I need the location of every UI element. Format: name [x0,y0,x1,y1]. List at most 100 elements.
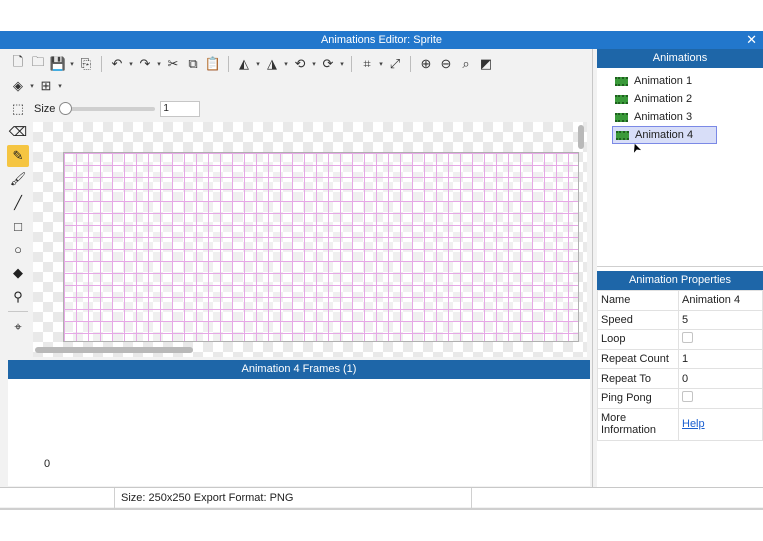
pencil-tool-icon[interactable]: ✎ [7,144,29,167]
property-row: Loop [597,329,763,350]
animation-item-label: Animation 3 [634,111,693,123]
property-value[interactable]: 0 [678,368,763,389]
animation-list-item[interactable]: Animation 3 [612,108,717,126]
eyedropper-tool-icon[interactable]: ⚲ [7,286,29,308]
save-icon[interactable]: 💾 [48,54,68,74]
flip-horizontal-dropdown-icon[interactable]: ▾ [254,60,262,68]
animation-list-item[interactable]: Animation 1 [612,72,717,90]
dashed-selection-icon[interactable]: ⬚ [8,99,28,119]
open-folder-icon[interactable]: 🗀 [28,54,48,74]
zoom-in-icon[interactable]: ⊕ [416,54,436,74]
property-key: Speed [597,309,679,331]
property-value[interactable] [678,387,763,409]
property-checkbox[interactable] [682,391,693,403]
brush-tool-icon[interactable]: 🖌 [7,168,29,190]
flip-vertical-icon[interactable]: ◮ [262,54,282,74]
help-link[interactable]: Help [682,418,705,430]
property-key: Ping Pong [597,387,679,409]
toolbar-separator [351,56,352,72]
rectangle-tool-icon[interactable]: □ [7,215,29,237]
export-icon[interactable]: ⎘ [76,54,96,74]
mouse-cursor-icon: ➤ [627,140,645,156]
grid-dropdown-icon[interactable]: ▾ [56,82,64,90]
new-file-icon[interactable]: 🗋 [8,54,28,74]
paste-icon[interactable]: 📋 [203,54,223,74]
title-bar: Animations Editor: Sprite ✕ [0,31,763,49]
animation-item-label: Animation 2 [634,93,693,105]
copy-icon[interactable]: ⧉ [183,54,203,74]
status-cell-empty [0,487,115,508]
status-bar: Size: 250x250 Export Format: PNG [0,487,763,508]
rotate-right-dropdown-icon[interactable]: ▾ [338,60,346,68]
status-cell-right [472,488,763,508]
film-strip-icon [615,112,628,122]
size-input[interactable]: 1 [160,101,201,117]
redo-dropdown-icon[interactable]: ▾ [155,60,163,68]
hotspot-tool-icon[interactable]: ⌖ [7,316,29,338]
editor-pane: 🗋 🗀 💾 ▾ ⎘ ↶ ▾ ↷ ▾ ✂ ⧉ 📋 ◭ ▾ ◮ ▾ ⟲ ▾ ⟳ ▾ ⌗ ▾ ⤢ ⊕ ⊖ ⌕ ◩ ◈ ▾ ⊞ ▾ ⬚ Size … [0,49,593,487]
property-row: Name Animation 4 [597,290,763,311]
close-icon[interactable]: ✕ [746,31,757,49]
ellipse-tool-icon[interactable]: ○ [7,239,29,261]
sprite-canvas-area[interactable] [33,122,587,357]
animation-list-item[interactable]: Animation 2 [612,90,717,108]
property-key: Loop [597,329,679,350]
eraser-tool-icon[interactable]: ⌫ [7,121,29,143]
toolbar-separator [228,56,229,72]
brush-size-row: ⬚ Size 1 [8,99,201,119]
property-row: Repeat Count 1 [597,348,763,370]
crop-dropdown-icon[interactable]: ▾ [377,60,385,68]
horizontal-scrollbar[interactable] [35,347,193,353]
vertical-scrollbar[interactable] [578,125,584,149]
grid-icon[interactable]: ⊞ [36,76,56,96]
main-toolbar: 🗋 🗀 💾 ▾ ⎘ ↶ ▾ ↷ ▾ ✂ ⧉ 📋 ◭ ▾ ◮ ▾ ⟲ ▾ ⟳ ▾ ⌗ ▾ ⤢ ⊕ ⊖ ⌕ ◩ [8,53,496,75]
property-key: Repeat Count [597,348,679,370]
zoom-out-icon[interactable]: ⊖ [436,54,456,74]
property-row: Ping Pong [597,387,763,409]
save-dropdown-icon[interactable]: ▾ [68,60,76,68]
sprite-pixel-grid[interactable] [63,152,579,342]
size-label: Size [34,103,56,115]
property-value[interactable]: Help [678,407,763,441]
zoom-reset-icon[interactable]: ⌕ [456,54,476,74]
rotate-right-icon[interactable]: ⟳ [318,54,338,74]
property-value[interactable] [678,329,763,350]
film-strip-icon [616,130,629,140]
window-bottom-edge [0,508,763,510]
undo-dropdown-icon[interactable]: ▾ [127,60,135,68]
rotate-left-icon[interactable]: ⟲ [290,54,310,74]
crop-icon[interactable]: ⌗ [357,54,377,74]
property-value[interactable]: Animation 4 [678,290,763,311]
rotate-left-dropdown-icon[interactable]: ▾ [310,60,318,68]
property-row: Speed 5 [597,309,763,331]
layers-icon[interactable]: ◈ [8,76,28,96]
fill-bucket-tool-icon[interactable]: ◆ [7,262,29,284]
property-checkbox[interactable] [682,332,693,344]
undo-icon[interactable]: ↶ [107,54,127,74]
line-tool-icon[interactable]: ╱ [7,192,29,214]
property-key: Name [597,290,679,311]
property-value[interactable]: 5 [678,309,763,331]
flip-horizontal-icon[interactable]: ◭ [234,54,254,74]
size-slider-thumb[interactable] [59,102,73,115]
fit-to-window-icon[interactable]: ◩ [476,54,496,74]
property-key: More Information [597,407,679,441]
redo-icon[interactable]: ↷ [135,54,155,74]
size-slider[interactable] [59,102,156,115]
flip-vertical-dropdown-icon[interactable]: ▾ [282,60,290,68]
cut-icon[interactable]: ✂ [163,54,183,74]
animation-list-item[interactable]: Animation 4 ➤ [612,126,717,155]
properties-table: Name Animation 4 Speed 5 Loop Repeat Count 1 Re… [597,290,763,441]
resize-icon[interactable]: ⤢ [385,54,405,74]
status-info: Size: 250x250 Export Format: PNG [115,487,472,508]
frames-panel-header: Animation 4 Frames (1) [8,360,590,379]
toolbar-separator [101,56,102,72]
frames-panel[interactable]: 0 [8,379,590,486]
layers-dropdown-icon[interactable]: ▾ [28,82,36,90]
right-sidebar: Animations Animation 1 Animation 2 Animati… [597,49,763,487]
property-row: More Information Help [597,407,763,441]
frame-index-label: 0 [44,458,51,470]
toolbar-separator [410,56,411,72]
animation-item-label: Animation 1 [634,75,693,87]
property-value[interactable]: 1 [678,348,763,370]
